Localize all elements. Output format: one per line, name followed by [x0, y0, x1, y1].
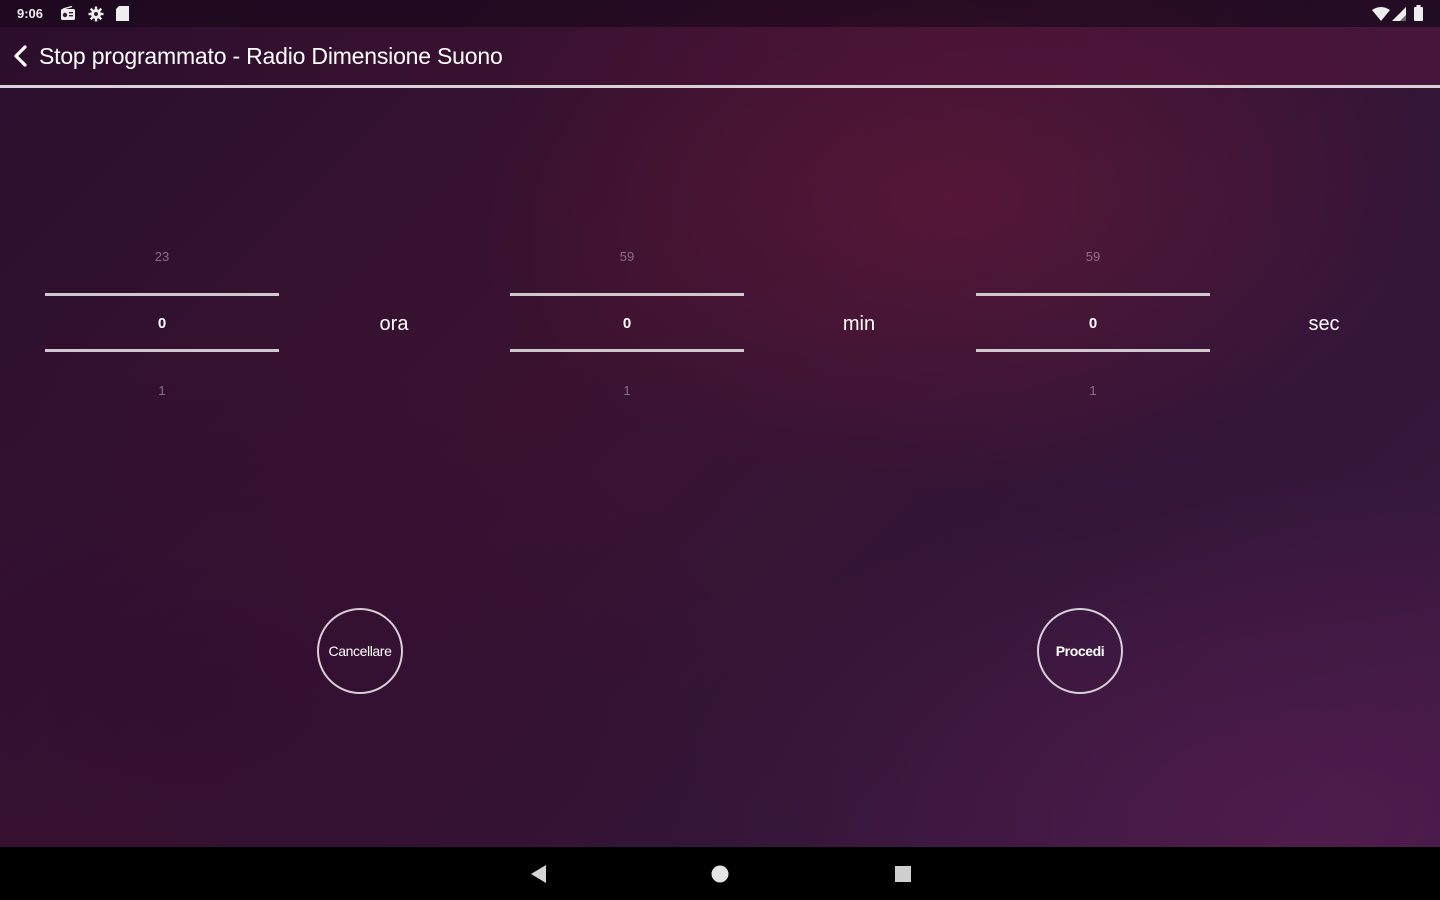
nav-recents-button[interactable] — [890, 861, 916, 887]
seconds-unit-label: sec — [1308, 313, 1340, 335]
timer-screen: 9:06 Stop programmato - Radio Dimensione… — [0, 0, 1440, 900]
battery-icon — [1414, 5, 1423, 21]
picker-divider — [510, 293, 744, 296]
proceed-button[interactable]: Procedi — [1037, 608, 1123, 694]
chevron-left-icon — [14, 45, 27, 67]
home-circle-icon — [711, 865, 729, 883]
seconds-picker[interactable]: 59 0 1 — [976, 240, 1210, 410]
back-button[interactable] — [8, 42, 34, 70]
wifi-icon — [1372, 7, 1390, 21]
status-time: 9:06 — [17, 6, 44, 21]
signal-icon — [1392, 7, 1406, 21]
status-bar: 9:06 — [0, 0, 1440, 27]
minutes-prev-value[interactable]: 59 — [510, 249, 744, 264]
hours-next-value[interactable]: 1 — [45, 383, 279, 398]
navigation-bar — [0, 847, 1440, 900]
recents-square-icon — [895, 866, 911, 882]
minutes-next-value[interactable]: 1 — [510, 383, 744, 398]
title-divider — [0, 85, 1440, 88]
hours-value[interactable]: 0 — [45, 315, 279, 332]
picker-divider — [45, 349, 279, 352]
title-bar: Stop programmato - Radio Dimensione Suon… — [0, 27, 1440, 85]
hours-picker[interactable]: 23 0 1 — [45, 240, 279, 410]
hours-prev-value[interactable]: 23 — [45, 249, 279, 264]
gear-icon — [88, 6, 104, 22]
minutes-unit-label: min — [842, 313, 876, 335]
nav-back-button[interactable] — [525, 861, 551, 887]
hours-unit-label: ora — [379, 313, 409, 335]
radio-icon — [60, 6, 76, 21]
minutes-picker[interactable]: 59 0 1 — [510, 240, 744, 410]
nav-home-button[interactable] — [707, 861, 733, 887]
picker-divider — [510, 349, 744, 352]
cancel-button[interactable]: Cancellare — [317, 608, 403, 694]
sd-card-icon — [116, 6, 129, 21]
picker-divider — [976, 293, 1210, 296]
seconds-prev-value[interactable]: 59 — [976, 249, 1210, 264]
back-triangle-icon — [531, 865, 546, 883]
minutes-value[interactable]: 0 — [510, 315, 744, 332]
seconds-next-value[interactable]: 1 — [976, 383, 1210, 398]
page-title: Stop programmato - Radio Dimensione Suon… — [39, 43, 503, 69]
seconds-value[interactable]: 0 — [976, 315, 1210, 332]
picker-divider — [976, 349, 1210, 352]
picker-divider — [45, 293, 279, 296]
